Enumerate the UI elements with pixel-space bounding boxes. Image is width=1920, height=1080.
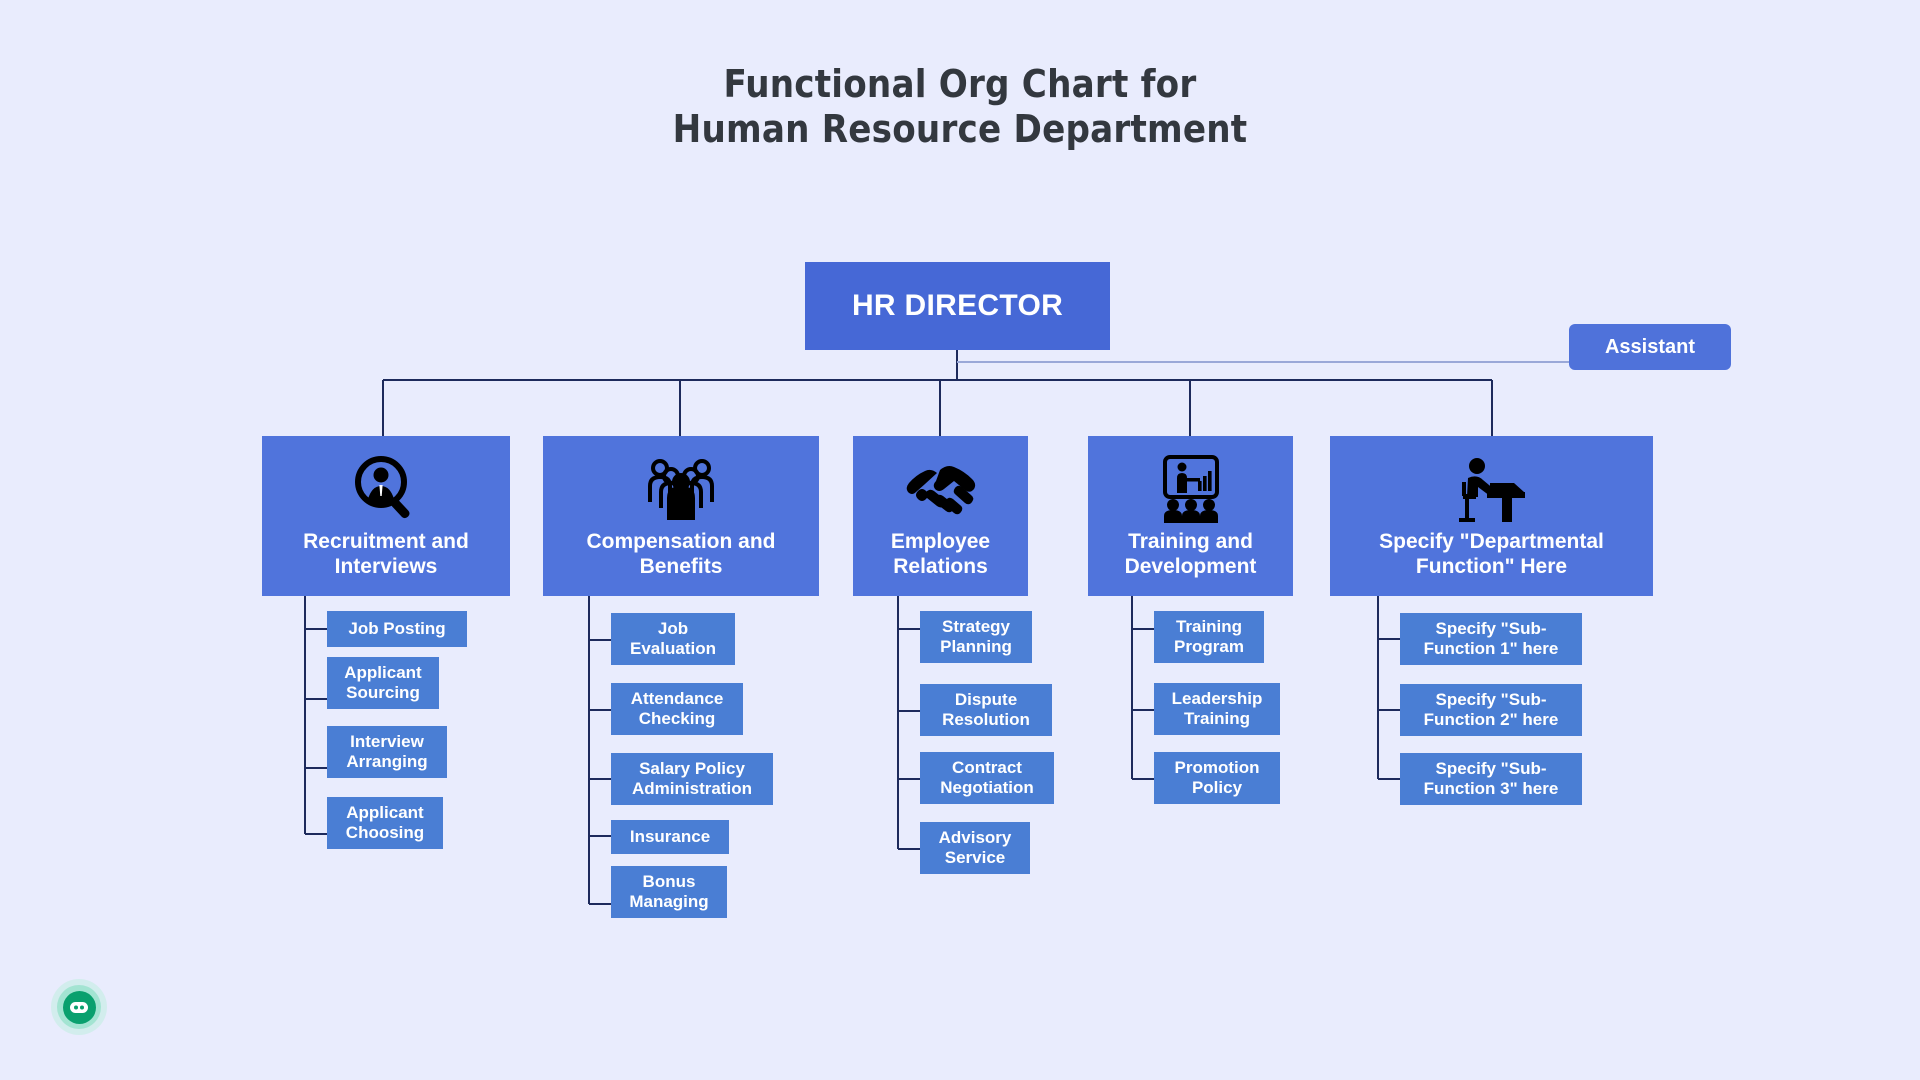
node-sub-interview-arranging[interactable]: Interview Arranging [327,726,447,778]
node-dept-training-label-line-1: Training and [1128,530,1253,554]
node-sub-salary-policy-administration-line-2: Administration [632,779,752,798]
node-sub-training-program-line-1: Training [1175,616,1243,636]
people-group-icon [543,450,819,528]
node-sub-bonus-managing[interactable]: Bonus Managing [611,866,727,918]
node-sub-function-3[interactable]: Specify "Sub- Function 3" here [1400,753,1582,805]
desk-worker-icon [1330,450,1653,528]
node-sub-function-1[interactable]: Specify "Sub- Function 1" here [1400,613,1582,665]
chart-title: Functional Org Chart for Human Resource … [0,62,1920,152]
bot-assistant-badge[interactable] [47,975,111,1039]
node-sub-leadership-training[interactable]: Leadership Training [1154,683,1280,735]
node-sub-advisory-service-line-2: Service [944,848,1006,867]
node-dept-training-label-line-2: Development [1124,555,1257,579]
org-chart-canvas: Functional Org Chart for Human Resource … [0,0,1920,1080]
node-sub-applicant-sourcing[interactable]: Applicant Sourcing [327,657,439,709]
node-sub-job-evaluation[interactable]: Job Evaluation [611,613,735,665]
node-dept-recruitment[interactable]: Recruitment and Interviews [262,436,510,596]
node-sub-salary-policy-administration[interactable]: Salary Policy Administration [611,753,773,805]
node-sub-job-evaluation-line-1: Job [657,618,689,638]
node-sub-strategy-planning-line-1: Strategy [941,616,1011,636]
node-sub-training-program-line-2: Program [1174,637,1244,656]
node-sub-bonus-managing-line-2: Managing [629,892,709,911]
node-sub-promotion-policy-line-2: Policy [1191,778,1243,797]
node-hr-director-label: HR DIRECTOR [851,289,1064,322]
chart-title-line-2: Human Resource Department [672,106,1248,151]
node-dept-training[interactable]: Training and Development [1088,436,1293,596]
node-sub-insurance[interactable]: Insurance [611,820,729,854]
node-sub-function-2-line-2: Function 2" here [1423,710,1559,729]
node-sub-advisory-service-line-1: Advisory [938,827,1012,847]
node-dept-employee-relations[interactable]: Employee Relations [853,436,1028,596]
node-sub-function-3-line-2: Function 3" here [1423,779,1559,798]
node-sub-job-posting[interactable]: Job Posting [327,611,467,647]
node-sub-salary-policy-administration-line-1: Salary Policy [639,758,745,778]
node-dept-custom-function[interactable]: Specify "Departmental Function" Here [1330,436,1653,596]
node-assistant-label: Assistant [1604,335,1696,358]
node-dept-compensation-label-line-1: Compensation and [586,530,776,554]
node-sub-job-posting-line-1: Job Posting [348,618,446,638]
node-sub-applicant-choosing-line-1: Applicant [346,802,424,822]
node-sub-function-2-line-1: Specify "Sub- [1435,689,1547,709]
handshake-icon [853,450,1028,528]
node-sub-insurance-line-1: Insurance [629,826,711,846]
node-sub-function-1-line-1: Specify "Sub- [1435,618,1547,638]
node-sub-contract-negotiation-line-2: Negotiation [940,778,1034,797]
node-sub-job-evaluation-line-2: Evaluation [630,639,716,658]
node-sub-advisory-service[interactable]: Advisory Service [920,822,1030,874]
node-sub-contract-negotiation[interactable]: Contract Negotiation [920,752,1054,804]
node-dept-compensation-label-line-2: Benefits [639,555,723,579]
node-dept-recruitment-label-line-1: Recruitment and [303,530,469,554]
node-sub-interview-arranging-line-1: Interview [350,731,424,751]
node-sub-promotion-policy-line-1: Promotion [1174,757,1260,777]
node-sub-attendance-checking-line-2: Checking [638,709,716,728]
node-sub-attendance-checking[interactable]: Attendance Checking [611,683,743,735]
node-sub-bonus-managing-line-1: Bonus [642,871,696,891]
node-hr-director[interactable]: HR DIRECTOR [805,262,1110,350]
presentation-training-icon [1088,450,1293,528]
bot-face-icon [62,990,96,1024]
node-dept-employee-relations-label-line-2: Relations [893,555,988,579]
node-sub-applicant-sourcing-line-1: Applicant [344,662,422,682]
node-sub-dispute-resolution[interactable]: Dispute Resolution [920,684,1052,736]
node-sub-applicant-sourcing-line-2: Sourcing [346,683,420,702]
node-assistant[interactable]: Assistant [1569,324,1731,370]
node-sub-training-program[interactable]: Training Program [1154,611,1264,663]
node-dept-custom-function-label-line-1: Specify "Departmental [1379,530,1604,554]
node-sub-leadership-training-line-1: Leadership [1171,688,1263,708]
node-sub-function-2[interactable]: Specify "Sub- Function 2" here [1400,684,1582,736]
node-sub-applicant-choosing-line-2: Choosing [345,823,425,842]
node-sub-dispute-resolution-line-2: Resolution [942,710,1030,729]
node-sub-strategy-planning-line-2: Planning [940,637,1012,656]
node-sub-function-3-line-1: Specify "Sub- [1435,758,1547,778]
node-sub-strategy-planning[interactable]: Strategy Planning [920,611,1032,663]
person-search-icon [262,450,510,528]
chart-title-line-1: Functional Org Chart for [723,62,1197,106]
node-sub-promotion-policy[interactable]: Promotion Policy [1154,752,1280,804]
node-dept-recruitment-label-line-2: Interviews [334,555,438,579]
node-sub-function-1-line-2: Function 1" here [1423,639,1559,658]
node-sub-applicant-choosing[interactable]: Applicant Choosing [327,797,443,849]
node-sub-interview-arranging-line-2: Arranging [346,752,428,771]
node-dept-custom-function-label-line-2: Function" Here [1415,555,1568,579]
node-sub-leadership-training-line-2: Training [1183,709,1251,728]
node-dept-compensation[interactable]: Compensation and Benefits [543,436,819,596]
node-sub-dispute-resolution-line-1: Dispute [954,689,1018,709]
node-dept-employee-relations-label-line-1: Employee [890,530,991,554]
node-sub-contract-negotiation-line-1: Contract [952,757,1022,777]
node-sub-attendance-checking-line-1: Attendance [630,688,724,708]
